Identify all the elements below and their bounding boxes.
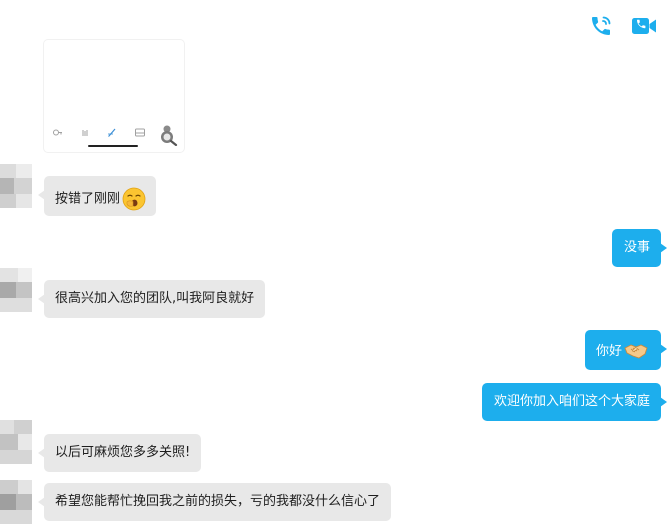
message-text: 按错了刚刚: [55, 191, 121, 207]
thumbnail-tab: [77, 122, 93, 138]
contact-avatar[interactable]: [0, 268, 32, 312]
message-text: 以后可麻烦您多多关照!: [55, 445, 191, 460]
message-bubble-incoming[interactable]: 很高兴加入您的团队,叫我阿良就好: [37, 280, 266, 318]
contact-avatar[interactable]: [0, 480, 32, 524]
message-bubble-outgoing[interactable]: 你好: [585, 330, 667, 370]
voice-call-button[interactable]: [588, 13, 614, 39]
phone-icon: [592, 16, 611, 35]
message-bubble-incoming[interactable]: 希望您能帮忙挽回我之前的损失，亏的我都没什么信心了: [37, 483, 392, 521]
home-indicator: [88, 145, 138, 147]
tray-icon: [135, 128, 145, 137]
message-text: 很高兴加入您的团队,叫我阿良就好: [55, 291, 255, 306]
message-bubble-outgoing[interactable]: 欢迎你加入咱们这个大家庭: [482, 383, 667, 421]
video-call-button[interactable]: [630, 13, 658, 39]
shared-screenshot-thumbnail[interactable]: [44, 40, 184, 152]
thumbnail-zoom: [158, 124, 178, 147]
message-text: 欢迎你加入咱们这个大家庭: [494, 394, 651, 409]
yawning-face-emoji: [122, 187, 146, 211]
zoom-icon: [161, 125, 178, 147]
message-text: 希望您能帮忙挽回我之前的损失，亏的我都没什么信心了: [55, 494, 381, 509]
message-text: 没事: [624, 240, 651, 255]
message-bubble-outgoing[interactable]: 没事: [612, 229, 667, 267]
message-bubble-incoming[interactable]: 按错了刚刚: [37, 176, 157, 216]
message-bubble-incoming[interactable]: 以后可麻烦您多多关照!: [37, 434, 202, 472]
thumbnail-tab: [104, 122, 120, 138]
video-camera-icon: [632, 18, 656, 34]
message-text: 你好: [596, 344, 623, 359]
thumbnail-tab: [50, 122, 66, 138]
signal-icon: [82, 130, 88, 136]
key-icon: [53, 129, 62, 136]
handshake-emoji: [624, 341, 648, 362]
contact-avatar[interactable]: [0, 164, 32, 208]
chat-window: 按错了刚刚 没事 很高兴加入您的团队,叫我阿良就好 你好 欢迎你加入咱们这个大家…: [0, 0, 669, 532]
edit-icon: [108, 128, 116, 137]
thumbnail-tab: [132, 122, 148, 138]
contact-avatar[interactable]: [0, 420, 32, 464]
